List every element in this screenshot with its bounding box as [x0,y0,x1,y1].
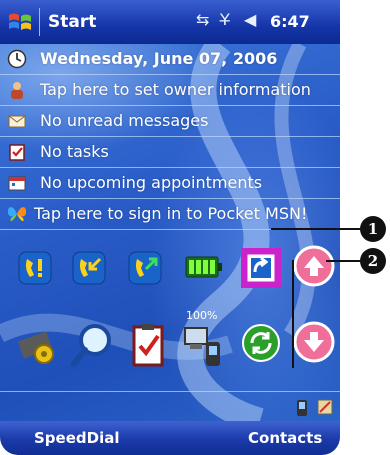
scroll-down-icon[interactable] [292,320,336,364]
tasks-text: No tasks [40,142,109,161]
notification-tray-icon[interactable] [314,396,336,418]
callout-line-2-vertical [292,260,294,368]
envelope-icon [8,115,26,128]
owner-text: Tap here to set owner information [40,80,311,99]
search-icon[interactable] [68,320,118,370]
connectivity-icon[interactable]: ⇆ [196,10,209,29]
windows-flag-icon[interactable] [6,8,34,36]
start-menu-label[interactable]: Start [48,12,96,32]
title-separator [39,8,40,36]
date-row[interactable]: Wednesday, June 07, 2006 [0,44,340,75]
calendar-icon [8,176,26,191]
rotate-screen-icon[interactable] [239,246,283,290]
clock-icon [7,49,27,69]
callout-line-1 [271,228,363,230]
refresh-icon[interactable] [240,322,282,364]
msn-text: Tap here to sign in to Pocket MSN! [34,204,308,223]
appointments-row[interactable]: No upcoming appointments [0,168,340,199]
today-screen: Wednesday, June 07, 2006 Tap here to set… [0,44,340,421]
messages-row[interactable]: No unread messages [0,106,340,137]
call-in-icon[interactable] [70,249,108,287]
settings-chip-icon[interactable] [14,322,62,370]
device-tray-icon[interactable] [292,398,312,418]
tasks-clipboard-icon[interactable] [128,322,168,368]
clock[interactable]: 6:47 [270,12,310,31]
callout-2: 2 [360,248,386,274]
scroll-up-icon[interactable] [292,244,336,288]
callout-line-2 [326,260,362,262]
softkey-bar: SpeedDial Contacts [0,421,340,455]
messages-text: No unread messages [40,111,209,130]
speeddial-softkey[interactable]: SpeedDial [34,429,119,447]
task-check-icon [9,144,25,161]
tray-divider [0,391,340,392]
callout-1: 1 [360,216,386,242]
volume-icon[interactable]: ◀︎ [244,10,256,29]
tasks-row[interactable]: No tasks [0,137,340,168]
battery-icon[interactable] [184,251,224,309]
appointments-text: No upcoming appointments [40,173,263,192]
owner-row[interactable]: Tap here to set owner information [0,75,340,106]
alert-phone-icon[interactable] [16,249,54,287]
msn-row[interactable]: Tap here to sign in to Pocket MSN! [0,199,340,230]
contacts-softkey[interactable]: Contacts [248,429,322,447]
call-out-icon[interactable] [126,249,164,287]
signal-off-icon[interactable]: Y̶ [220,10,230,29]
msn-butterfly-icon [7,207,27,222]
owner-icon [11,82,23,99]
battery-percent: 100% [186,309,218,322]
title-bar: Start ⇆ Y̶ ◀︎ 6:47 [0,0,340,44]
date-text: Wednesday, June 07, 2006 [40,49,278,68]
sync-devices-icon[interactable] [182,324,224,370]
